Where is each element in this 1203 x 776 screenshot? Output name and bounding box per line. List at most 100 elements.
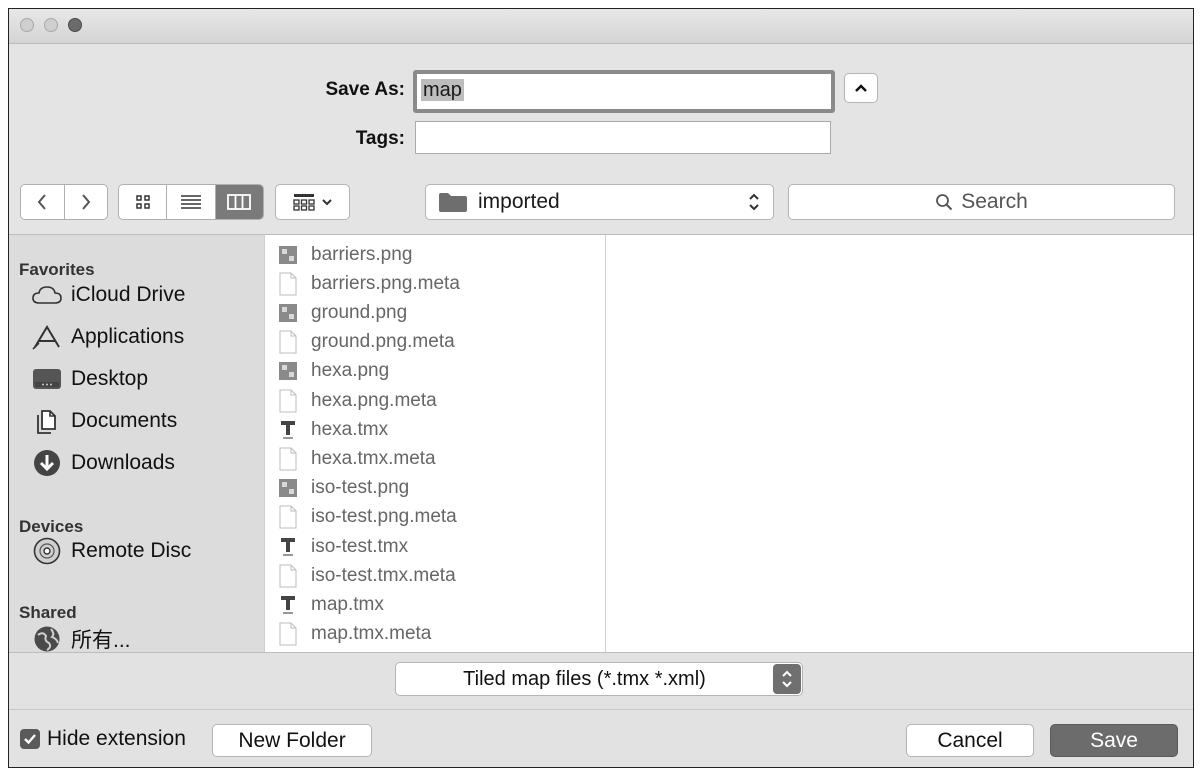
- search-input[interactable]: Search: [788, 184, 1175, 220]
- png-image-icon: [277, 301, 299, 325]
- hide-extension-label: Hide extension: [47, 727, 186, 750]
- cancel-button[interactable]: Cancel: [906, 724, 1034, 757]
- file-list: barriers.png barriers.png.meta ground.png g…: [264, 234, 606, 652]
- file-name: barriers.png: [311, 243, 413, 265]
- tags-input[interactable]: [415, 121, 831, 154]
- file-list-item[interactable]: ground.png: [277, 298, 407, 327]
- tags-label: Tags:: [355, 128, 405, 149]
- document-icon: [277, 330, 299, 354]
- collapse-dialog-button[interactable]: [844, 73, 878, 103]
- view-mode-control: [118, 184, 264, 220]
- up-down-arrows-icon: [773, 664, 801, 694]
- document-icon: [277, 447, 299, 471]
- documents-icon: [31, 408, 63, 434]
- file-list-item[interactable]: barriers.png.meta: [277, 269, 460, 298]
- chevron-left-icon: [37, 194, 47, 210]
- location-label: imported: [478, 190, 560, 213]
- file-list-item[interactable]: hexa.png.meta: [277, 386, 437, 415]
- file-format-label: Tiled map files (*.tmx *.xml): [463, 667, 706, 690]
- tmx-icon: [277, 418, 299, 442]
- desktop-icon: [31, 366, 63, 392]
- tmx-icon: [277, 535, 299, 559]
- file-name: map.tmx: [311, 593, 384, 615]
- list-view-icon: [180, 195, 201, 209]
- chevron-right-icon: [81, 194, 91, 210]
- sidebar-item-label: Downloads: [71, 451, 175, 474]
- zoom-window-button[interactable]: [68, 18, 82, 32]
- file-list-item[interactable]: hexa.tmx.meta: [277, 444, 436, 473]
- file-name: ground.png: [311, 301, 408, 323]
- hide-extension-checkbox[interactable]: [20, 729, 40, 749]
- forward-button[interactable]: [65, 185, 108, 219]
- favorites-header: Favorites: [19, 260, 95, 279]
- group-icon: [292, 194, 315, 211]
- sidebar-item-shared-all[interactable]: 所有...: [31, 624, 131, 653]
- file-list-item[interactable]: iso-test.tmx: [277, 532, 408, 561]
- document-icon: [277, 389, 299, 413]
- file-list-item[interactable]: hexa.tmx: [277, 415, 388, 444]
- file-list-item[interactable]: hexa.png: [277, 357, 389, 386]
- document-icon: [277, 272, 299, 296]
- file-name: hexa.png: [311, 360, 390, 382]
- file-name: hexa.png.meta: [311, 389, 437, 411]
- icon-view-button[interactable]: [119, 185, 168, 219]
- file-format-popup[interactable]: Tiled map files (*.tmx *.xml): [395, 662, 803, 696]
- back-button[interactable]: [21, 185, 65, 219]
- applications-icon: [31, 324, 63, 350]
- search-placeholder: Search: [961, 190, 1028, 213]
- file-list-item[interactable]: barriers.png: [277, 240, 412, 269]
- file-list-item[interactable]: iso-test.tmx.meta: [277, 561, 456, 590]
- chevron-up-icon: [855, 84, 867, 92]
- preview-column: [606, 234, 1193, 653]
- column-view-icon: [227, 194, 252, 210]
- list-view-button[interactable]: [167, 185, 216, 219]
- file-name: hexa.tmx: [311, 418, 389, 440]
- save-as-label: Save As:: [325, 79, 405, 100]
- sidebar-item-applications[interactable]: Applications: [31, 324, 184, 350]
- sidebar-item-label: iCloud Drive: [71, 283, 186, 306]
- shared-header: Shared: [19, 603, 77, 622]
- sidebar-item-remote-disc[interactable]: Remote Disc: [31, 537, 192, 565]
- file-list-item[interactable]: ground.png.meta: [277, 328, 455, 357]
- sidebar-item-icloud-drive[interactable]: iCloud Drive: [31, 282, 185, 308]
- file-name: map.tmx.meta: [311, 623, 432, 645]
- file-list-item[interactable]: map.tmx.meta: [277, 620, 431, 649]
- file-list-item[interactable]: map.tmx: [277, 590, 384, 619]
- column-view-button[interactable]: [215, 185, 263, 219]
- document-icon: [277, 622, 299, 646]
- location-popup[interactable]: imported: [425, 184, 774, 220]
- file-name: iso-test.png.meta: [311, 506, 457, 528]
- sidebar-item-label: Applications: [71, 325, 185, 348]
- new-folder-button[interactable]: New Folder: [212, 724, 372, 757]
- minimize-window-button[interactable]: [44, 18, 58, 32]
- search-icon: [936, 194, 953, 211]
- chevron-down-icon: [321, 199, 332, 206]
- save-dialog: Save As: map Tags: imported Search Favor…: [8, 8, 1194, 768]
- sidebar-item-desktop[interactable]: Desktop: [31, 366, 148, 392]
- save-as-input[interactable]: map: [413, 70, 835, 113]
- save-button[interactable]: Save: [1050, 724, 1178, 757]
- document-icon: [277, 505, 299, 529]
- file-list-item[interactable]: iso-test.png.meta: [277, 503, 457, 532]
- group-by-button[interactable]: [275, 184, 350, 220]
- disc-icon: [31, 537, 63, 565]
- save-as-value: map: [421, 79, 464, 101]
- file-name: barriers.png.meta: [311, 272, 460, 294]
- folder-icon: [439, 193, 467, 212]
- checkmark-icon: [24, 734, 36, 745]
- sidebar-item-downloads[interactable]: Downloads: [31, 450, 175, 476]
- document-icon: [277, 564, 299, 588]
- png-image-icon: [277, 359, 299, 383]
- file-list-item[interactable]: iso-test.png: [277, 474, 409, 503]
- icon-view-icon: [135, 195, 150, 209]
- file-name: iso-test.png: [311, 477, 410, 499]
- sidebar-item-label: Remote Disc: [71, 539, 192, 562]
- title-bar: [9, 9, 1193, 44]
- sidebar-item-label: 所有...: [71, 629, 131, 652]
- sidebar-item-documents[interactable]: Documents: [31, 408, 177, 434]
- file-name: ground.png.meta: [311, 331, 455, 353]
- up-down-arrows-icon: [747, 191, 761, 213]
- network-globe-icon: [31, 626, 63, 652]
- close-window-button[interactable]: [20, 18, 34, 32]
- downloads-icon: [31, 450, 63, 476]
